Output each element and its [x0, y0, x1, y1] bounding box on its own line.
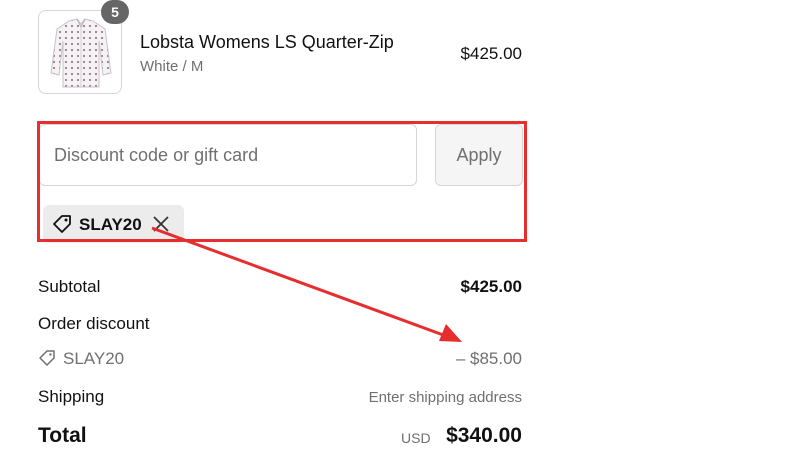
shipping-value: Enter shipping address [368, 389, 522, 406]
order-discount-label: Order discount [38, 314, 150, 333]
subtotal-value: $425.00 [460, 277, 522, 296]
total-label: Total [38, 424, 87, 447]
total-value: $340.00 [446, 424, 522, 447]
subtotal-label: Subtotal [38, 277, 101, 296]
quantity-badge: 5 [101, 0, 129, 24]
product-price: $425.00 [460, 44, 522, 63]
shipping-label: Shipping [38, 387, 105, 406]
annotation-highlight-box [37, 121, 527, 242]
product-variant: White / M [140, 58, 204, 75]
product-name: Lobsta Womens LS Quarter-Zip [140, 32, 394, 52]
tag-icon [39, 350, 55, 366]
discount-code-text: SLAY20 [63, 349, 125, 368]
discount-amount: – $85.00 [455, 349, 522, 368]
total-currency: USD [401, 430, 431, 446]
